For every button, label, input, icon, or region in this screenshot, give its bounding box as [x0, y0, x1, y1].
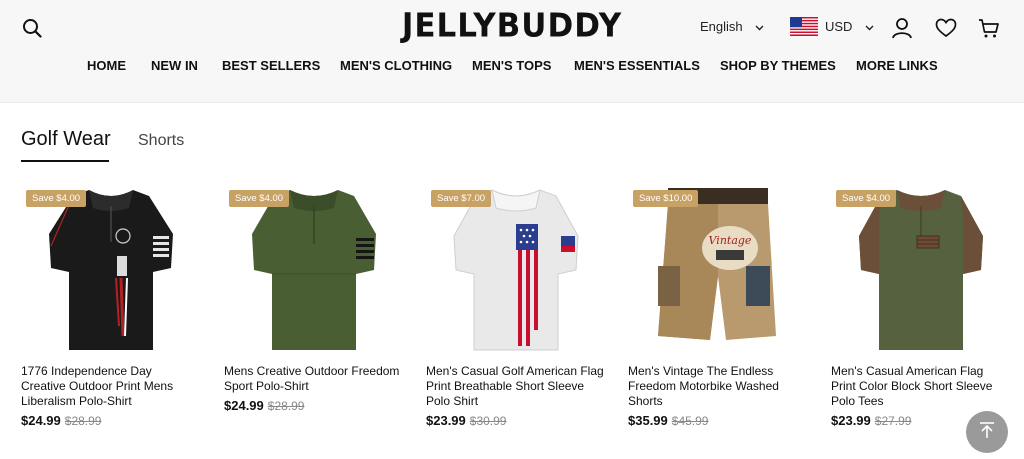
current-price: $24.99 — [224, 398, 264, 413]
language-selector[interactable]: English — [700, 19, 764, 34]
us-flag-icon — [790, 17, 818, 36]
save-badge: Save $4.00 — [229, 190, 290, 207]
product-prices: $23.99 $30.99 — [426, 412, 506, 430]
product-name[interactable]: Men's Casual American Flag Print Color B… — [831, 364, 1009, 409]
current-price: $23.99 — [426, 413, 466, 428]
arrow-up-icon — [978, 421, 996, 444]
original-price: $27.99 — [874, 414, 912, 428]
current-price: $35.99 — [628, 413, 668, 428]
nav-shop-by-themes[interactable]: SHOP BY THEMES — [720, 58, 836, 73]
save-badge: Save $4.00 — [836, 190, 897, 207]
product-card[interactable]: Save $4.00 Men's Casual American Flag Pr… — [831, 186, 1011, 431]
product-image[interactable] — [224, 186, 404, 354]
product-image[interactable]: Vintage — [628, 186, 808, 354]
active-tab-underline — [21, 160, 109, 162]
nav-best-sellers[interactable]: BEST SELLERS — [222, 58, 320, 73]
chevron-down-icon — [865, 19, 874, 34]
cart-icon[interactable] — [977, 16, 1001, 40]
product-card[interactable]: Save $7.00 Men's Casual Golf American Fl… — [426, 186, 606, 431]
nav-mens-tops[interactable]: MEN'S TOPS — [472, 58, 551, 73]
product-name[interactable]: Mens Creative Outdoor Freedom Sport Polo… — [224, 364, 402, 394]
back-to-top-button[interactable] — [966, 411, 1008, 453]
heart-icon[interactable] — [934, 16, 958, 40]
nav-mens-clothing[interactable]: MEN'S CLOTHING — [340, 58, 452, 73]
tab-golf-wear[interactable]: Golf Wear — [21, 128, 111, 151]
save-badge: Save $7.00 — [431, 190, 492, 207]
currency-label: USD — [825, 19, 853, 34]
save-badge: Save $4.00 — [26, 190, 87, 207]
language-label: English — [700, 19, 743, 34]
save-badge: Save $10.00 — [633, 190, 699, 207]
original-price: $28.99 — [267, 399, 305, 413]
product-image[interactable] — [831, 186, 1011, 354]
svg-text:Vintage: Vintage — [709, 234, 752, 247]
currency-selector[interactable]: USD — [790, 17, 874, 36]
product-card[interactable]: Vintage Save $10.00 Men's Vintage The En… — [628, 186, 808, 431]
nav-new-in[interactable]: NEW IN — [151, 58, 198, 73]
site-header: JELLYBUDDY English USD HOME NEW IN BEST … — [0, 0, 1024, 103]
product-card[interactable]: Save $4.00 Mens Creative Outdoor Freedom… — [224, 186, 404, 431]
chevron-down-icon — [755, 19, 764, 34]
original-price: $28.99 — [64, 414, 102, 428]
tab-shorts[interactable]: Shorts — [138, 132, 184, 150]
nav-home[interactable]: HOME — [87, 58, 126, 73]
main-nav: HOME NEW IN BEST SELLERS MEN'S CLOTHING … — [0, 58, 1024, 76]
product-prices: $24.99 $28.99 — [21, 412, 101, 430]
original-price: $45.99 — [671, 414, 709, 428]
original-price: $30.99 — [469, 414, 507, 428]
product-prices: $23.99 $27.99 — [831, 412, 911, 430]
product-card[interactable]: Save $4.00 1776 Independence Day Creativ… — [21, 186, 201, 431]
user-icon[interactable] — [890, 16, 914, 40]
product-name[interactable]: Men's Vintage The Endless Freedom Motorb… — [628, 364, 806, 409]
nav-more-links[interactable]: MORE LINKS — [856, 58, 938, 73]
current-price: $23.99 — [831, 413, 871, 428]
product-image[interactable] — [426, 186, 606, 354]
product-image[interactable] — [21, 186, 201, 354]
product-prices: $35.99 $45.99 — [628, 412, 708, 430]
product-prices: $24.99 $28.99 — [224, 397, 304, 415]
current-price: $24.99 — [21, 413, 61, 428]
product-name[interactable]: 1776 Independence Day Creative Outdoor P… — [21, 364, 199, 409]
nav-mens-essentials[interactable]: MEN'S ESSENTIALS — [574, 58, 700, 73]
product-name[interactable]: Men's Casual Golf American Flag Print Br… — [426, 364, 604, 409]
